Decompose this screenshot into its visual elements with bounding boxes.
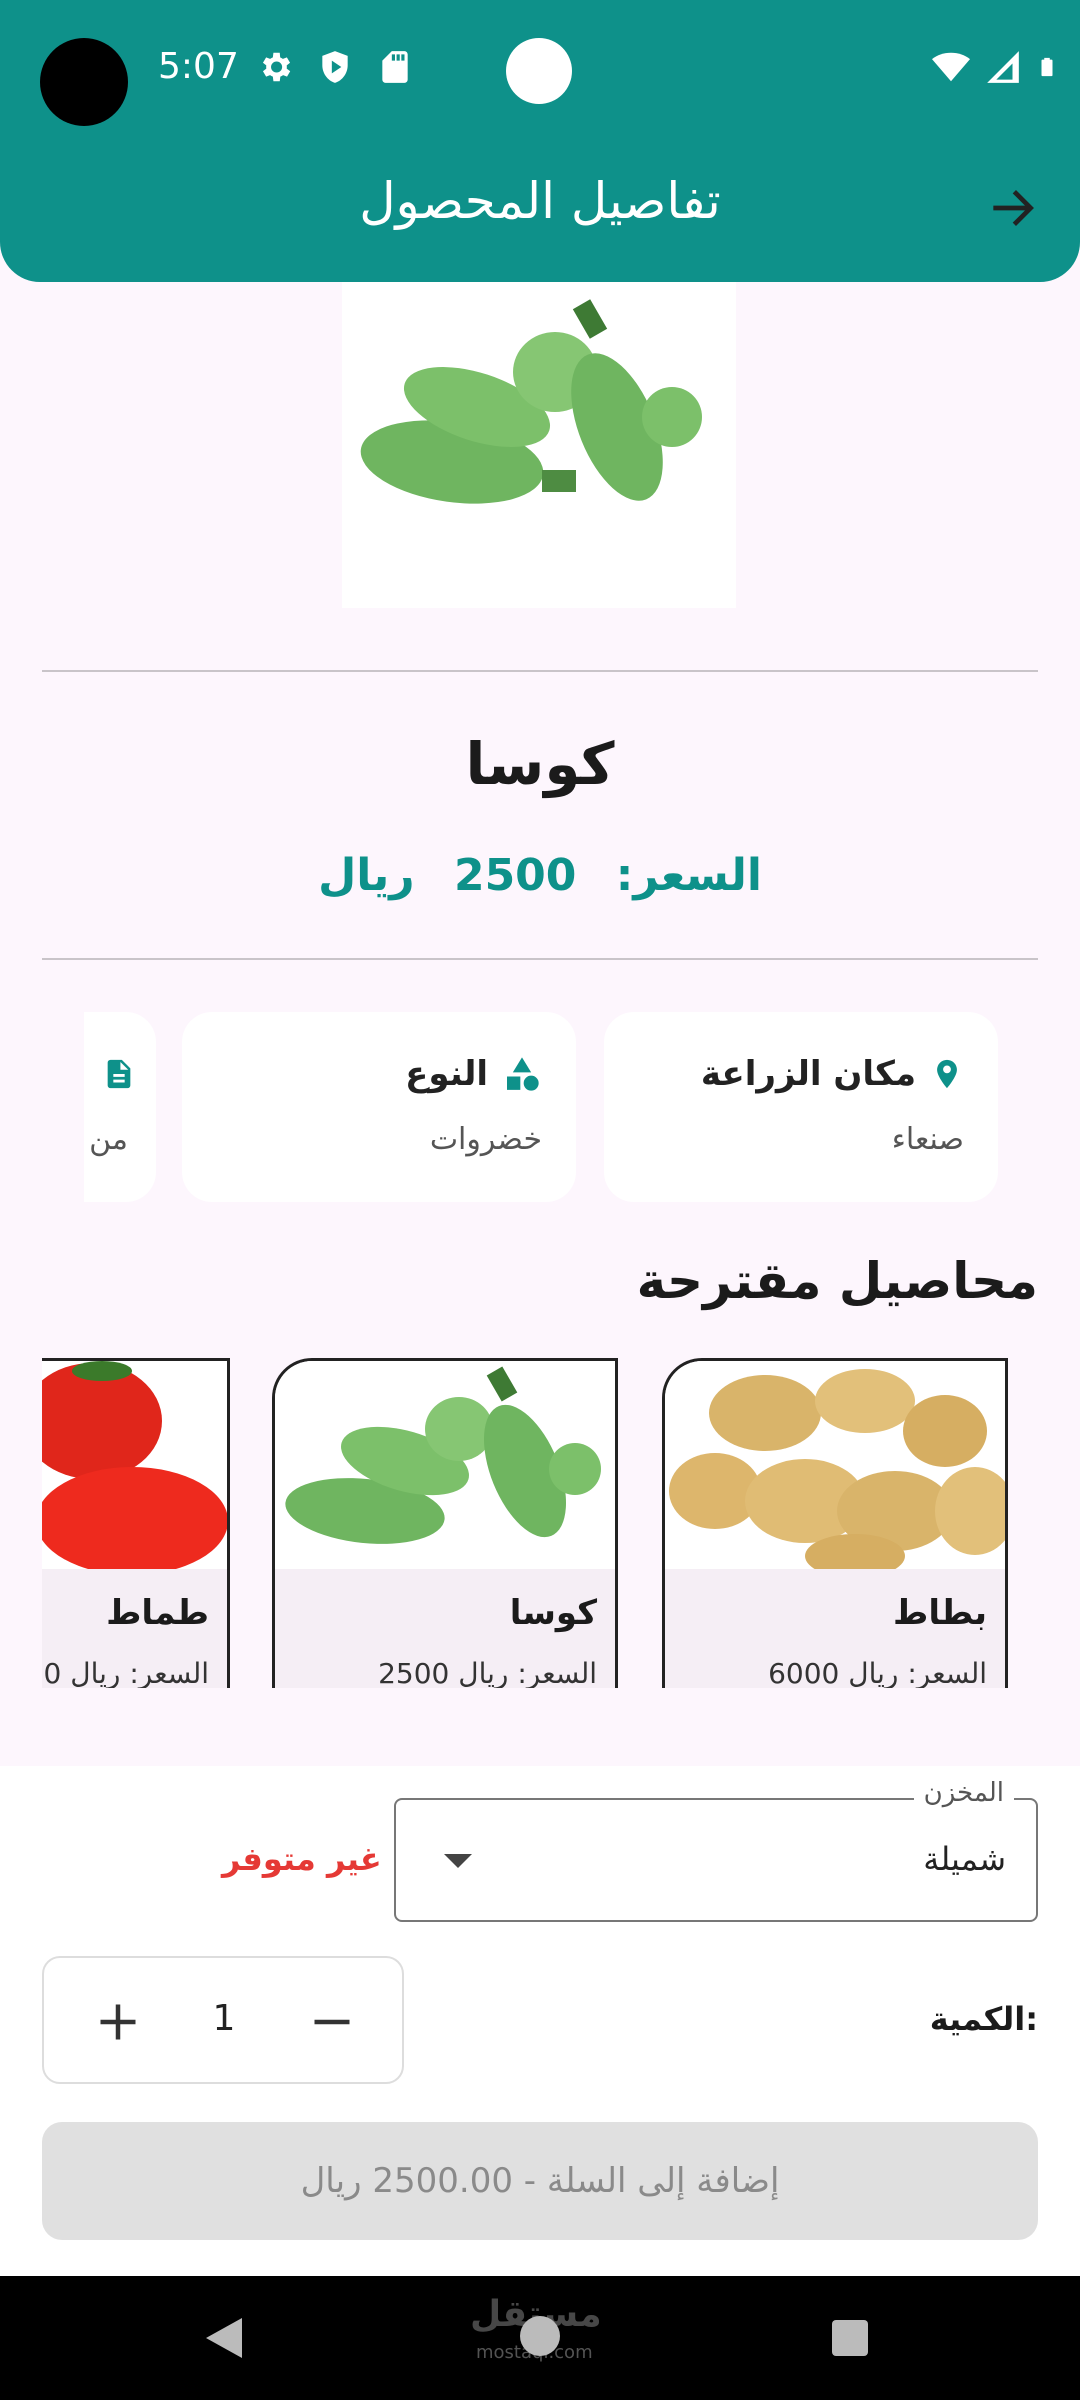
zucchini-image (275, 1361, 615, 1569)
info-card-title: مكان الزراعة (700, 1054, 916, 1094)
price-label: السعر: (615, 850, 762, 901)
status-icons-right (932, 48, 1058, 86)
price-value: 2500 (453, 850, 577, 901)
warehouse-label: المخزن (913, 1778, 1014, 1808)
card-price: السعر: ريال 00 (42, 1657, 209, 1688)
potato-image (665, 1361, 1005, 1578)
info-card-title: النوع (405, 1054, 488, 1094)
suggested-card[interactable]: كوسا السعر: ريال 2500 (272, 1358, 618, 1688)
card-price: السعر: ريال 2500 (378, 1657, 597, 1688)
app-bar: 5:07 تفاصيل المحصول (0, 0, 1080, 282)
price-currency: ريال (318, 850, 415, 901)
tomato-image (42, 1361, 227, 1575)
suggested-card[interactable]: بطاط السعر: ريال 6000 (662, 1358, 1008, 1688)
stock-status: غير متوفر (222, 1840, 382, 1878)
product-price: السعر: 2500 ريال (0, 850, 1080, 901)
battery-icon (1041, 57, 1053, 77)
card-name: طماط (106, 1593, 209, 1633)
quantity-stepper: 1 (42, 1956, 404, 2084)
product-image (342, 282, 736, 608)
camera-cutout (40, 38, 128, 126)
status-icons-left (256, 48, 414, 86)
settings-icon (262, 52, 291, 82)
info-card-value: صنعاء (891, 1122, 964, 1157)
quantity-label: الكمية: (929, 2000, 1038, 2038)
page-title: تفاصيل المحصول (359, 172, 721, 230)
system-nav-bar: مستقل mostaql.com (0, 2276, 1080, 2400)
info-card-partial: من (84, 1012, 156, 1202)
divider (42, 958, 1038, 960)
zucchini-image (360, 299, 702, 504)
info-card-value: من (89, 1122, 128, 1157)
suggested-card[interactable]: طماط السعر: ريال 00 (42, 1358, 230, 1688)
info-card-type: النوع خضروات (182, 1012, 576, 1202)
product-name: كوسا (465, 730, 615, 798)
info-card-value: خضروات (429, 1122, 542, 1157)
sd-card-icon (382, 51, 408, 83)
nav-recents-icon[interactable] (832, 2320, 868, 2356)
plus-icon[interactable] (88, 1992, 148, 2052)
document-icon (107, 1059, 131, 1089)
suggested-title: محاصيل مقترحة (636, 1252, 1038, 1310)
warehouse-value: شميلة (923, 1840, 1006, 1878)
warehouse-dropdown[interactable]: المخزن شميلة (394, 1778, 1038, 1922)
minus-icon[interactable] (302, 1992, 362, 2052)
status-indicator-dot (506, 38, 572, 104)
card-price: السعر: ريال 6000 (768, 1657, 987, 1688)
card-name: كوسا (509, 1593, 597, 1633)
location-pin-icon (937, 1059, 957, 1089)
arrow-back-icon[interactable] (984, 180, 1040, 236)
signal-icon (987, 51, 1019, 83)
nav-back-icon[interactable] (206, 2318, 242, 2358)
nav-home-icon[interactable] (520, 2316, 560, 2356)
wifi-icon (932, 52, 970, 82)
info-card-location: مكان الزراعة صنعاء (604, 1012, 998, 1202)
divider (42, 670, 1038, 672)
shield-icon (322, 51, 348, 83)
shapes-icon (507, 1057, 539, 1091)
quantity-value: 1 (212, 1998, 236, 2039)
dropdown-arrow-icon[interactable] (444, 1854, 472, 1868)
add-to-cart-button[interactable]: إضافة إلى السلة - 2500.00 ريال (42, 2122, 1038, 2240)
card-name: بطاط (893, 1593, 987, 1633)
status-time: 5:07 (158, 46, 239, 87)
